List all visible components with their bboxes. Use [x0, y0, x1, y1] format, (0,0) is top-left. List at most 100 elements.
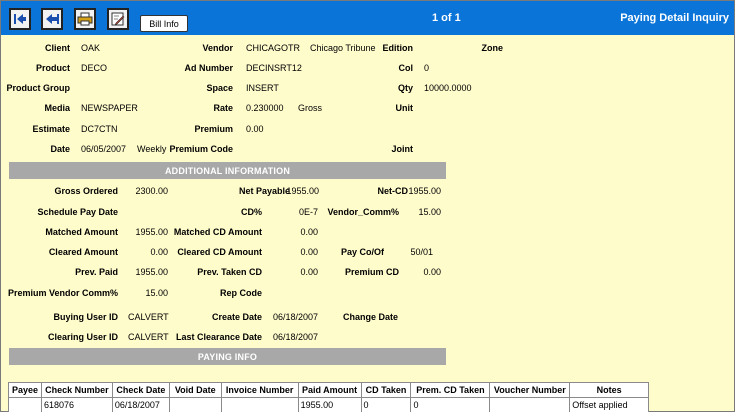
matched-cd-amount-value: 0.00	[300, 227, 318, 237]
vendor-comm-value: 15.00	[418, 207, 441, 217]
pay-co-of-value: 50/01	[410, 247, 433, 257]
zone-label: Zone	[481, 43, 504, 53]
media-value: NEWSPAPER	[81, 103, 138, 113]
premium-vendor-comm-label: Premium Vendor Comm%	[7, 288, 118, 298]
cleared-cd-amount-value: 0.00	[300, 247, 318, 257]
prev-taken-cd-label: Prev. Taken CD	[197, 267, 262, 277]
matched-amount-value: 1955.00	[135, 227, 168, 237]
space-label: Space	[206, 83, 233, 93]
estimate-label: Estimate	[32, 124, 70, 134]
cleared-cd-amount-label: Cleared CD Amount	[177, 247, 262, 257]
client-value: OAK	[81, 43, 101, 53]
print-button[interactable]	[74, 8, 96, 30]
column-header-check-date[interactable]: Check Date	[111, 382, 170, 398]
matched-amount-label: Matched Amount	[45, 227, 118, 237]
first-record-button[interactable]	[9, 8, 31, 30]
cleared-amount-value: 0.00	[150, 247, 168, 257]
bill-info-button[interactable]: Bill Info	[140, 15, 188, 32]
matched-cd-amount-label: Matched CD Amount	[173, 227, 262, 237]
space-value: INSERT	[246, 83, 279, 93]
date-frequency-value: Weekly	[137, 144, 167, 154]
product-group-label: Product Group	[6, 83, 71, 93]
qty-value: 10000.0000	[424, 83, 472, 93]
cd-taken-cell: 0	[360, 397, 412, 412]
buying-user-id-value: CALVERT	[128, 312, 169, 322]
last-clearance-date-value: 06/18/2007	[273, 332, 319, 342]
vendor-comm-label: Vendor_Comm%	[327, 207, 399, 217]
net-payable-value: 1955.00	[286, 186, 319, 196]
ad-number-value: DECINSRT12	[246, 63, 302, 73]
unit-label: Unit	[395, 103, 414, 113]
buying-user-id-label: Buying User ID	[53, 312, 118, 322]
ad-number-label: Ad Number	[184, 63, 233, 73]
paying-info-table: Payee Check Number Check Date Void Date …	[8, 382, 649, 412]
schedule-pay-date-label: Schedule Pay Date	[37, 207, 118, 217]
create-date-label: Create Date	[211, 312, 262, 322]
qty-label: Qty	[397, 83, 413, 93]
gross-ordered-value: 2300.00	[135, 186, 168, 196]
voucher-number-cell	[489, 397, 571, 412]
vendor-name-value: Chicago Tribune	[310, 43, 376, 53]
premium-cd-label: Premium CD	[344, 267, 399, 277]
product-value: DECO	[81, 63, 108, 73]
record-pager: 1 of 1	[432, 12, 461, 24]
cd-percent-label: CD%	[240, 207, 262, 217]
product-label: Product	[35, 63, 70, 73]
void-date-cell	[168, 397, 222, 412]
date-value: 06/05/2007	[81, 144, 127, 154]
premium-vendor-comm-value: 15.00	[145, 288, 168, 298]
page-title: Paying Detail Inquiry	[620, 12, 729, 24]
cd-percent-value: 0E-7	[298, 207, 318, 217]
col-value: 0	[424, 63, 430, 73]
previous-record-button[interactable]	[41, 8, 63, 30]
clearing-user-id-label: Clearing User ID	[47, 332, 118, 342]
invoice-number-cell	[220, 397, 299, 412]
create-date-value: 06/18/2007	[273, 312, 319, 322]
first-record-icon	[14, 14, 26, 24]
joint-label: Joint	[391, 144, 414, 154]
column-header-invoice-number[interactable]: Invoice Number	[220, 382, 299, 398]
pay-co-of-label: Pay Co/Of	[340, 247, 384, 257]
column-header-notes[interactable]: Notes	[569, 382, 649, 398]
prev-paid-value: 1955.00	[135, 267, 168, 277]
column-header-voucher-number[interactable]: Voucher Number	[489, 382, 571, 398]
premium-code-label: Premium Code	[169, 144, 233, 154]
column-header-void-date[interactable]: Void Date	[168, 382, 222, 398]
net-cd-label: Net-CD	[377, 186, 409, 196]
clearing-user-id-value: CALVERT	[128, 332, 169, 342]
notes-cell: Offset applied	[569, 397, 649, 412]
paid-amount-cell: 1955.00	[297, 397, 362, 412]
prev-taken-cd-value: 0.00	[300, 267, 318, 277]
edit-button[interactable]	[107, 8, 129, 30]
toolbar: Bill Info 1 of 1 Paying Detail Inquiry	[1, 1, 734, 35]
premium-value: 0.00	[246, 124, 264, 134]
media-label: Media	[44, 103, 70, 113]
last-clearance-date-label: Last Clearance Date	[175, 332, 262, 342]
column-header-prem-cd-taken[interactable]: Prem. CD Taken	[410, 382, 491, 398]
estimate-value: DC7CTN	[81, 124, 118, 134]
gross-ordered-label: Gross Ordered	[54, 186, 118, 196]
prev-paid-label: Prev. Paid	[75, 267, 118, 277]
rate-label: Rate	[213, 103, 233, 113]
net-payable-label: Net Payable	[238, 186, 290, 196]
printer-icon	[77, 12, 93, 26]
client-label: Client	[44, 43, 70, 53]
cleared-amount-label: Cleared Amount	[48, 247, 118, 257]
prem-cd-taken-cell: 0	[410, 397, 491, 412]
column-header-cd-taken[interactable]: CD Taken	[360, 382, 412, 398]
column-header-payee[interactable]: Payee	[8, 382, 42, 398]
table-header-row: Payee Check Number Check Date Void Date …	[8, 382, 649, 398]
additional-information-header: ADDITIONAL INFORMATION	[9, 162, 446, 179]
table-row[interactable]: 618076 06/18/2007 1955.00 0 0 Offset app…	[8, 397, 649, 412]
check-number-cell: 618076	[40, 397, 113, 412]
column-header-check-number[interactable]: Check Number	[40, 382, 113, 398]
rate-type-value: Gross	[298, 103, 323, 113]
change-date-label: Change Date	[342, 312, 398, 322]
date-label: Date	[50, 144, 70, 154]
edition-label: Edition	[382, 43, 414, 53]
premium-cd-value: 0.00	[423, 267, 441, 277]
rep-code-label: Rep Code	[219, 288, 262, 298]
back-arrow-icon	[46, 14, 59, 24]
check-date-cell: 06/18/2007	[111, 397, 170, 412]
column-header-paid-amount[interactable]: Paid Amount	[297, 382, 362, 398]
